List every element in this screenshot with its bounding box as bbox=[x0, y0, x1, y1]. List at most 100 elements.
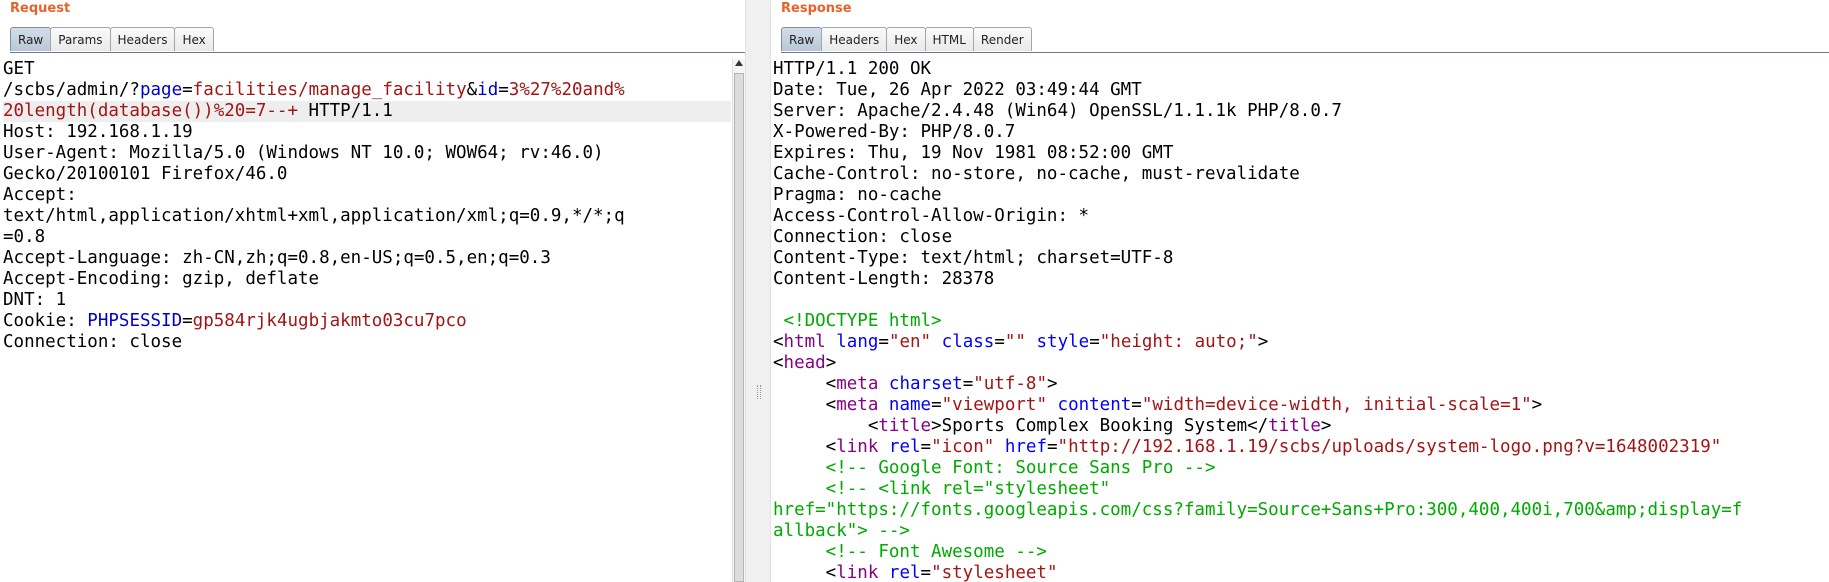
response-line: <meta name="viewport" content="width=dev… bbox=[773, 395, 1829, 416]
response-line: Server: Apache/2.4.48 (Win64) OpenSSL/1.… bbox=[773, 101, 1829, 122]
response-text-segment: meta bbox=[836, 374, 879, 394]
response-text-segment: html bbox=[783, 332, 826, 352]
response-line: Date: Tue, 26 Apr 2022 03:49:44 GMT bbox=[773, 80, 1829, 101]
response-text-segment: <!DOCTYPE html> bbox=[773, 311, 942, 331]
request-text-segment: Host: 192.168.1.19 bbox=[3, 122, 193, 142]
request-line: User-Agent: Mozilla/5.0 (Windows NT 10.0… bbox=[3, 143, 731, 164]
response-line: <!-- Google Font: Source Sans Pro --> bbox=[773, 458, 1829, 479]
response-text-segment: Cache-Control: no-store, no-cache, must-… bbox=[773, 164, 1300, 184]
response-text-segment: < bbox=[773, 563, 837, 582]
request-text-segment: Accept-Language: zh-CN,zh;q=0.8,en-US;q=… bbox=[3, 248, 551, 268]
request-text-segment: 3%27%20and% bbox=[508, 80, 625, 100]
response-text-segment: = bbox=[1047, 437, 1058, 457]
response-text-segment: <!-- <link rel="stylesheet" bbox=[773, 479, 1111, 499]
request-tab-raw[interactable]: Raw bbox=[10, 27, 52, 51]
response-text-segment: Date: Tue, 26 Apr 2022 03:49:44 GMT bbox=[773, 80, 1142, 100]
response-text-segment: Access-Control-Allow-Origin: * bbox=[773, 206, 1090, 226]
response-text-segment: = bbox=[1131, 395, 1142, 415]
response-raw-editor[interactable]: HTTP/1.1 200 OK Date: Tue, 26 Apr 2022 03… bbox=[773, 59, 1829, 582]
response-line: HTTP/1.1 200 OK bbox=[773, 59, 1829, 80]
response-text-segment: = bbox=[878, 332, 889, 352]
request-text-segment: facilities/manage_facility bbox=[192, 80, 467, 100]
response-line: <!DOCTYPE html> bbox=[773, 311, 1829, 332]
response-text-segment: rel bbox=[888, 437, 921, 457]
response-line: allback"> --> bbox=[773, 521, 1829, 542]
response-text-segment: Expires: Thu, 19 Nov 1981 08:52:00 GMT bbox=[773, 143, 1174, 163]
response-text-segment: "utf-8" bbox=[973, 374, 1047, 394]
response-text-segment: style bbox=[1036, 332, 1090, 352]
request-raw-editor[interactable]: GET/scbs/admin/?page=facilities/manage_f… bbox=[3, 59, 731, 353]
response-text-segment bbox=[1026, 332, 1037, 352]
splitter-grip-icon[interactable] bbox=[757, 385, 761, 399]
response-text-segment: < bbox=[773, 416, 879, 436]
request-line: Host: 192.168.1.19 bbox=[3, 122, 731, 143]
request-text-segment: HTTP/1.1 bbox=[298, 101, 393, 121]
response-text-segment: > bbox=[1320, 416, 1332, 436]
request-text-segment: Cookie: bbox=[3, 311, 88, 331]
response-text-segment: "" bbox=[1004, 332, 1026, 352]
request-title: Request bbox=[10, 1, 71, 16]
response-text-segment: "icon" bbox=[931, 437, 995, 457]
response-text-segment bbox=[994, 437, 1005, 457]
request-tabbar: Raw Params Headers Hex bbox=[10, 27, 745, 52]
response-text-segment: > bbox=[1531, 395, 1543, 415]
response-text-segment: name bbox=[888, 395, 932, 415]
response-tab-hex[interactable]: Hex bbox=[886, 27, 926, 51]
request-scroll-thumb[interactable] bbox=[734, 73, 744, 582]
request-text-segment: DNT: 1 bbox=[3, 290, 67, 310]
request-text-segment: 20length(database())%20=7--+ bbox=[3, 101, 299, 121]
request-line: Gecko/20100101 Firefox/46.0 bbox=[3, 164, 731, 185]
response-tab-raw[interactable]: Raw bbox=[781, 27, 823, 51]
response-tabbar-divider bbox=[781, 52, 1829, 53]
request-scrollbar[interactable] bbox=[732, 59, 745, 582]
response-line: Pragma: no-cache bbox=[773, 185, 1829, 206]
response-line: X-Powered-By: PHP/8.0.7 bbox=[773, 122, 1829, 143]
response-text-segment: Pragma: no-cache bbox=[773, 185, 942, 205]
request-line: Connection: close bbox=[3, 332, 731, 353]
response-text-segment: lang bbox=[836, 332, 879, 352]
response-text-segment: meta bbox=[836, 395, 879, 415]
request-pane: Request Raw Params Headers Hex GET/scbs/adm… bbox=[0, 0, 745, 582]
response-pane: Response Raw Headers Hex HTML Render HTTP/1.… bbox=[771, 0, 1829, 582]
response-tab-html[interactable]: HTML bbox=[924, 27, 974, 51]
response-text-segment: "stylesheet" bbox=[931, 563, 1058, 582]
response-text-segment bbox=[826, 332, 837, 352]
response-line: <!-- <link rel="stylesheet" bbox=[773, 479, 1829, 500]
response-line: href="https://fonts.googleapis.com/css?f… bbox=[773, 500, 1829, 521]
scroll-up-arrow-icon[interactable] bbox=[735, 60, 743, 66]
response-text-segment: allback"> --> bbox=[773, 521, 910, 541]
request-text-segment: = bbox=[498, 80, 509, 100]
response-text-segment bbox=[878, 374, 889, 394]
request-text-segment: = bbox=[182, 80, 193, 100]
response-text-segment: <!-- Font Awesome --> bbox=[773, 542, 1047, 562]
pane-splitter[interactable] bbox=[745, 0, 771, 582]
response-line: Cache-Control: no-store, no-cache, must-… bbox=[773, 164, 1829, 185]
response-tab-render[interactable]: Render bbox=[972, 27, 1032, 51]
response-text-segment: title bbox=[878, 416, 932, 436]
response-text-segment bbox=[931, 332, 942, 352]
response-line: Access-Control-Allow-Origin: * bbox=[773, 206, 1829, 227]
response-line: <!-- Font Awesome --> bbox=[773, 542, 1829, 563]
response-text-segment: link bbox=[836, 437, 879, 457]
response-text-segment: > bbox=[1047, 374, 1058, 394]
request-line: Accept-Language: zh-CN,zh;q=0.8,en-US;q=… bbox=[3, 248, 731, 269]
request-tab-params[interactable]: Params bbox=[50, 27, 111, 51]
request-line: Accept: bbox=[3, 185, 731, 206]
request-tab-headers[interactable]: Headers bbox=[109, 27, 176, 51]
response-tab-headers[interactable]: Headers bbox=[821, 27, 888, 51]
response-text-segment: <!-- Google Font: Source Sans Pro --> bbox=[773, 458, 1216, 478]
response-text-segment: charset bbox=[888, 374, 963, 394]
response-text-segment: "http://192.168.1.19/scbs/uploads/system… bbox=[1057, 437, 1722, 457]
response-text-segment bbox=[878, 437, 889, 457]
request-text-segment: PHPSESSID bbox=[87, 311, 183, 331]
response-text-segment bbox=[878, 395, 889, 415]
request-text-segment: GET bbox=[3, 59, 35, 79]
response-text-segment: HTTP/1.1 200 OK bbox=[773, 59, 932, 79]
response-text-segment: >Sports Complex Booking System</ bbox=[931, 416, 1269, 436]
request-text-segment: = bbox=[182, 311, 193, 331]
response-text-segment: "viewport" bbox=[941, 395, 1047, 415]
response-text-segment: rel bbox=[888, 563, 921, 582]
request-text-segment: id bbox=[477, 80, 499, 100]
request-line: GET bbox=[3, 59, 731, 80]
request-tab-hex[interactable]: Hex bbox=[174, 27, 214, 51]
